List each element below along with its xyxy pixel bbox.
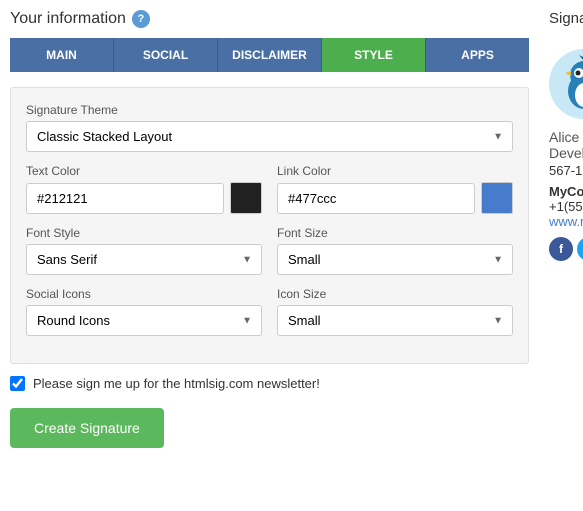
newsletter-label[interactable]: Please sign me up for the htmlsig.com ne… [33, 376, 320, 391]
preview-title: Signature preview [549, 10, 583, 27]
facebook-icon: f [549, 237, 573, 261]
icons-row: Social Icons Round Icons Square Icons Fl… [26, 287, 513, 348]
tab-main[interactable]: MAIN [10, 38, 114, 72]
link-color-group: Link Color [277, 164, 513, 214]
link-color-label: Link Color [277, 164, 513, 178]
icon-size-wrapper: Small Medium Large [277, 305, 513, 336]
text-color-label: Text Color [26, 164, 262, 178]
tab-bar: MAIN SOCIAL DISCLAIMER STYLE APPS [10, 38, 529, 72]
text-color-input-group [26, 182, 262, 214]
tab-apps[interactable]: APPS [426, 38, 529, 72]
social-icons-label: Social Icons [26, 287, 262, 301]
font-style-wrapper: Sans Serif Serif Monospace [26, 244, 262, 275]
signature-theme-wrapper: Classic Stacked Layout Modern Layout Com… [26, 121, 513, 152]
social-icons-select[interactable]: Round Icons Square Icons Flat Icons [26, 305, 262, 336]
sig-phone: 567-12345 [549, 163, 583, 178]
font-style-label: Font Style [26, 226, 262, 240]
color-row: Text Color Link Color [26, 164, 513, 226]
style-form: Signature Theme Classic Stacked Layout M… [10, 87, 529, 364]
create-signature-button[interactable]: Create Signature [10, 408, 164, 448]
font-style-select[interactable]: Sans Serif Serif Monospace [26, 244, 262, 275]
link-color-swatch[interactable] [481, 182, 513, 214]
icon-size-select[interactable]: Small Medium Large [277, 305, 513, 336]
icon-size-label: Icon Size [277, 287, 513, 301]
tab-disclaimer[interactable]: DISCLAIMER [218, 38, 322, 72]
sig-name: Alice Hunter / Developer [549, 129, 583, 161]
newsletter-row: Please sign me up for the htmlsig.com ne… [10, 376, 529, 391]
sig-role: Developer [549, 145, 583, 161]
sig-company: MyCompany [549, 184, 583, 199]
text-color-swatch[interactable] [230, 182, 262, 214]
font-style-group: Font Style Sans Serif Serif Monospace [26, 226, 262, 275]
social-icons-group: Social Icons Round Icons Square Icons Fl… [26, 287, 262, 336]
text-color-group: Text Color [26, 164, 262, 214]
social-icons-wrapper: Round Icons Square Icons Flat Icons [26, 305, 262, 336]
text-color-input[interactable] [26, 183, 224, 214]
newsletter-checkbox[interactable] [10, 376, 25, 391]
font-size-select[interactable]: Small Medium Large [277, 244, 513, 275]
sig-website: www.mycompany.com [549, 214, 583, 229]
signature-theme-label: Signature Theme [26, 103, 513, 117]
help-icon[interactable]: ? [132, 10, 150, 28]
font-size-label: Font Size [277, 226, 513, 240]
tab-style[interactable]: STYLE [322, 38, 426, 72]
twitter-icon: t [577, 237, 583, 261]
sig-social-icons: f t g+ in [549, 237, 583, 261]
signature-theme-group: Signature Theme Classic Stacked Layout M… [26, 103, 513, 152]
sig-company-phone: +1(555) 1234-567 [549, 199, 583, 214]
link-color-input[interactable] [277, 183, 475, 214]
page-title: Your information [10, 10, 126, 28]
icon-size-group: Icon Size Small Medium Large [277, 287, 513, 336]
signature-theme-select[interactable]: Classic Stacked Layout Modern Layout Com… [26, 121, 513, 152]
link-color-input-group [277, 182, 513, 214]
avatar [549, 49, 583, 119]
tab-social[interactable]: SOCIAL [114, 38, 218, 72]
font-size-group: Font Size Small Medium Large [277, 226, 513, 275]
font-size-wrapper: Small Medium Large [277, 244, 513, 275]
signature-preview: Alice Hunter / Developer 567-12345 MyCom… [549, 39, 583, 271]
font-row: Font Style Sans Serif Serif Monospace Fo… [26, 226, 513, 287]
